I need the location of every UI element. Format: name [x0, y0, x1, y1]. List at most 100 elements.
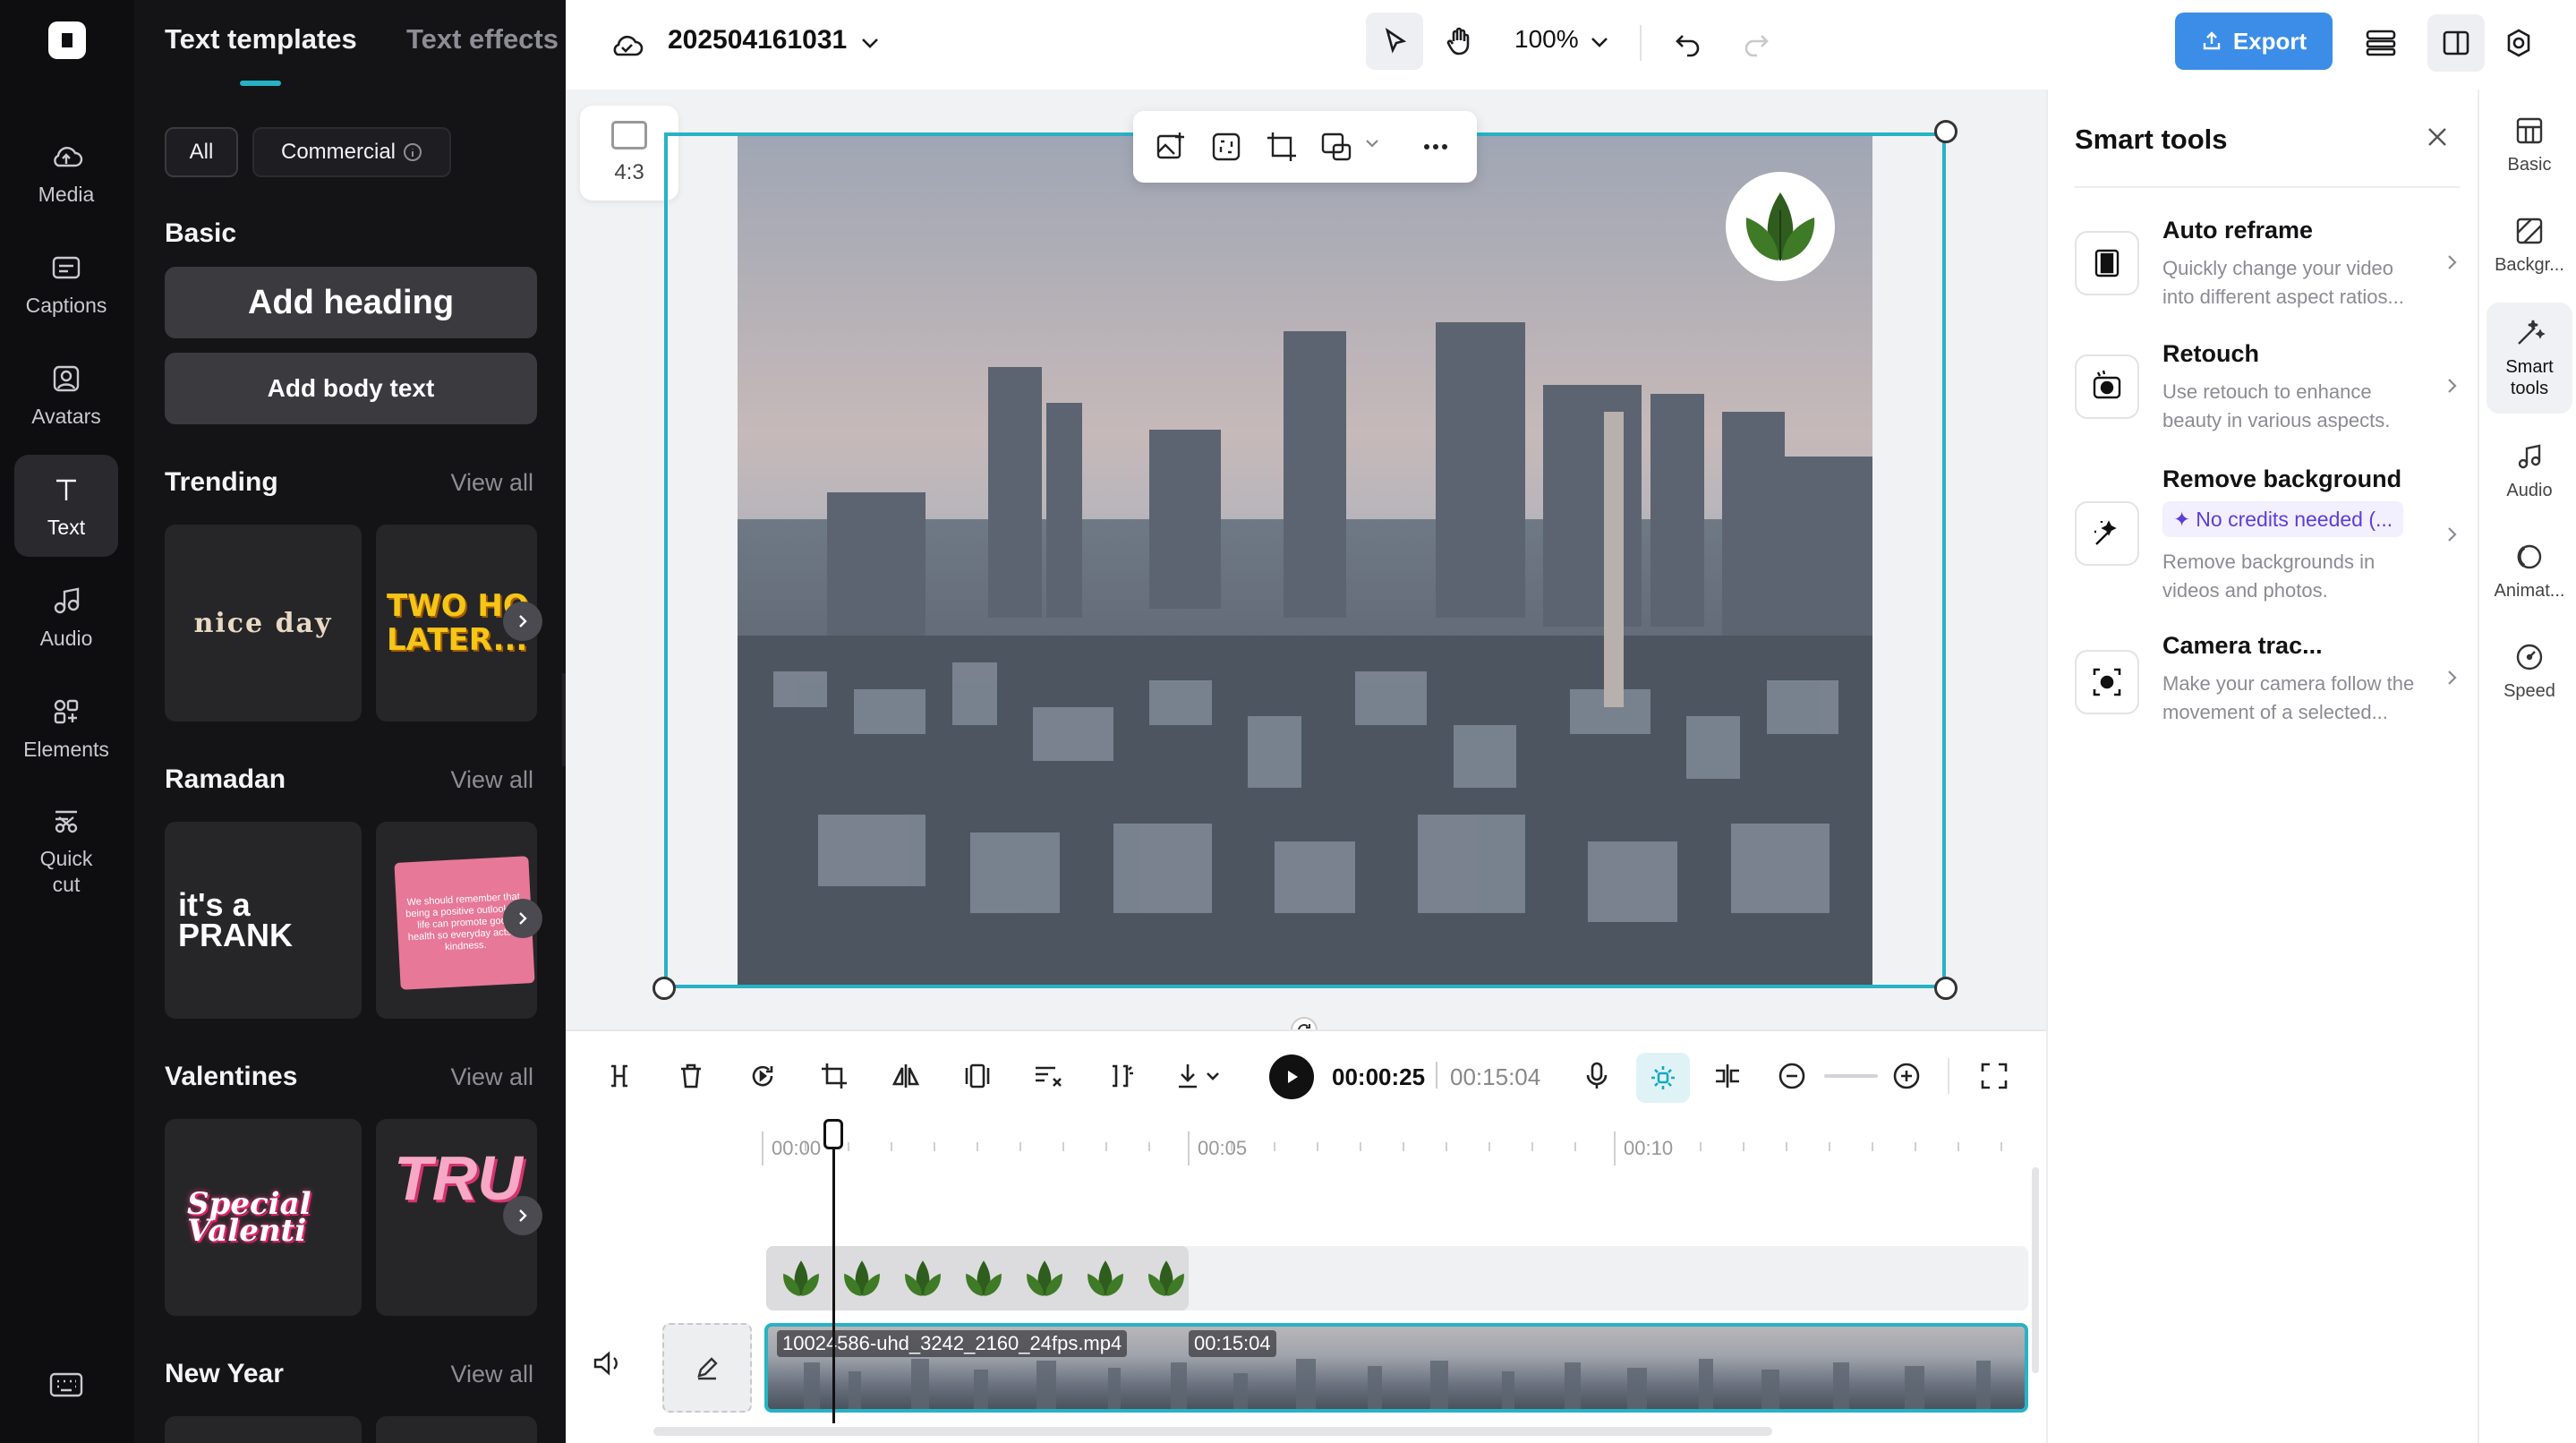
redo-button[interactable]: [1735, 21, 1778, 64]
zoom-out-button[interactable]: [1772, 1056, 1812, 1096]
tool-retouch[interactable]: Retouch Use retouch to enhance beauty in…: [2075, 331, 2460, 448]
template-tile[interactable]: Special Valenti: [165, 1119, 362, 1316]
download-clip-button[interactable]: [1173, 1056, 1226, 1096]
play-button[interactable]: [1269, 1054, 1314, 1099]
delete-button[interactable]: [671, 1056, 711, 1096]
replay-button[interactable]: [743, 1056, 782, 1096]
rail-animation[interactable]: Animat...: [2486, 541, 2572, 602]
nav-elements[interactable]: Elements: [14, 677, 118, 779]
replace-image-button[interactable]: [1153, 129, 1189, 165]
tool-camera-tracking[interactable]: Camera trac... Make your camera follow t…: [2075, 623, 2460, 739]
section-ramadan-title: Ramadan: [165, 764, 286, 794]
timeline-vertical-scrollbar[interactable]: [2032, 1167, 2039, 1373]
leaf-thumbnail-icon: [783, 1260, 819, 1296]
zoom-slider[interactable]: [1824, 1074, 1878, 1078]
nav-captions[interactable]: Captions: [14, 233, 118, 335]
split-icon: [611, 1064, 627, 1088]
nav-avatars-label: Avatars: [31, 404, 101, 428]
nav-media[interactable]: Media: [14, 122, 118, 224]
tab-text-templates[interactable]: Text templates: [165, 23, 357, 56]
selection-frame[interactable]: [664, 132, 1946, 988]
new-year-view-all-link[interactable]: View all: [450, 1361, 533, 1388]
active-tab-indicator: [240, 81, 281, 86]
video-clip[interactable]: 10024586-uhd_3242_2160_24fps.mp4 00:15:0…: [764, 1323, 2028, 1413]
mask-button[interactable]: [1208, 129, 1244, 165]
trending-next-arrow[interactable]: [503, 602, 542, 641]
rail-basic[interactable]: Basic: [2486, 115, 2572, 175]
rail-audio[interactable]: Audio: [2486, 440, 2572, 501]
undo-button[interactable]: [1667, 21, 1710, 64]
ai-split-button[interactable]: [1101, 1056, 1140, 1096]
zoom-in-button[interactable]: [1887, 1056, 1926, 1096]
flip-button[interactable]: [886, 1056, 925, 1096]
filter-commercial-chip[interactable]: Commercial: [252, 127, 451, 177]
sticker-clip[interactable]: [766, 1246, 1189, 1311]
nav-text[interactable]: Text: [14, 455, 118, 557]
template-tile[interactable]: it's a PRANK: [165, 822, 362, 1019]
playhead-line[interactable]: [832, 1121, 835, 1423]
track-volume-button[interactable]: [591, 1348, 625, 1379]
rail-smart-tools[interactable]: Smart tools: [2486, 303, 2572, 414]
rail-audio-label: Audio: [2506, 481, 2553, 500]
fullscreen-button[interactable]: [1975, 1056, 2014, 1096]
record-voice-button[interactable]: [1577, 1056, 1616, 1096]
template-tile[interactable]: [165, 1416, 362, 1443]
nav-avatars[interactable]: Avatars: [14, 344, 118, 446]
flip-icon: [891, 1064, 920, 1088]
fit-button[interactable]: [958, 1056, 997, 1096]
tool-title: Retouch: [2162, 340, 2259, 367]
leaf-thumbnail-icon: [1148, 1260, 1184, 1296]
filter-all-chip[interactable]: All: [165, 127, 238, 177]
ramadan-next-arrow[interactable]: [503, 899, 542, 938]
export-button[interactable]: Export: [2175, 13, 2333, 70]
resize-handle-bottom-left[interactable]: [653, 977, 676, 1000]
split-screen-button[interactable]: [1708, 1056, 1747, 1096]
nav-audio[interactable]: Audio: [14, 566, 118, 668]
zoom-level[interactable]: 100%: [1514, 25, 1579, 54]
tab-text-effects[interactable]: Text effects: [406, 23, 559, 56]
playhead-handle[interactable]: [823, 1119, 843, 1149]
add-heading-button[interactable]: Add heading: [165, 267, 537, 338]
more-options-button[interactable]: [1418, 129, 1454, 165]
zoom-chevron-icon[interactable]: [1584, 27, 1615, 57]
layout-toggle-button[interactable]: [2427, 14, 2485, 72]
tool-remove-background[interactable]: Remove background ✦ No credits needed (.…: [2075, 457, 2460, 609]
project-name[interactable]: 202504161031: [668, 25, 847, 56]
split-button[interactable]: [600, 1056, 639, 1096]
valentines-next-arrow[interactable]: [503, 1196, 542, 1235]
rail-background[interactable]: Backgr...: [2486, 215, 2572, 276]
valentines-view-all-link[interactable]: View all: [450, 1063, 533, 1091]
template-tile[interactable]: nice day: [165, 525, 362, 722]
captions-clip-button[interactable]: [1029, 1056, 1069, 1096]
transform-button[interactable]: [1319, 129, 1355, 165]
leaf-thumbnail-icon: [1088, 1260, 1123, 1296]
trending-view-all-link[interactable]: View all: [450, 469, 533, 497]
app-logo-icon[interactable]: [48, 21, 86, 59]
layers-button[interactable]: [2356, 18, 2406, 68]
crop-button[interactable]: [1264, 129, 1300, 165]
magnet-snap-button[interactable]: [1636, 1053, 1690, 1103]
cloud-sync-icon[interactable]: [605, 23, 648, 66]
transform-dropdown-chevron-icon[interactable]: [1364, 138, 1380, 149]
add-body-text-button[interactable]: Add body text: [165, 353, 537, 424]
hand-tool-button[interactable]: [1430, 13, 1488, 70]
resize-handle-top-right[interactable]: [1934, 120, 1958, 143]
ramadan-view-all-link[interactable]: View all: [450, 766, 533, 794]
crop-icon: [822, 1063, 847, 1089]
fullscreen-icon: [1981, 1063, 2008, 1089]
rail-speed[interactable]: Speed: [2486, 641, 2572, 702]
resize-handle-bottom-right[interactable]: [1934, 977, 1958, 1000]
template-tile-text: Special Valenti: [187, 1186, 311, 1249]
timeline-horizontal-scrollbar[interactable]: [653, 1427, 1772, 1436]
project-menu-chevron-icon[interactable]: [854, 27, 886, 59]
nav-quick-cut[interactable]: Quick cut: [14, 788, 118, 913]
pencil-icon: [697, 1357, 718, 1380]
cover-edit-button[interactable]: [662, 1323, 752, 1413]
keyboard-icon[interactable]: [48, 1371, 84, 1398]
settings-button[interactable]: [2494, 18, 2544, 68]
tool-auto-reframe[interactable]: Auto reframe Quickly change your video i…: [2075, 208, 2460, 324]
close-panel-button[interactable]: [2424, 124, 2451, 150]
select-tool-button[interactable]: [1366, 13, 1423, 70]
crop-clip-button[interactable]: [815, 1056, 854, 1096]
template-tile[interactable]: [376, 1416, 537, 1443]
